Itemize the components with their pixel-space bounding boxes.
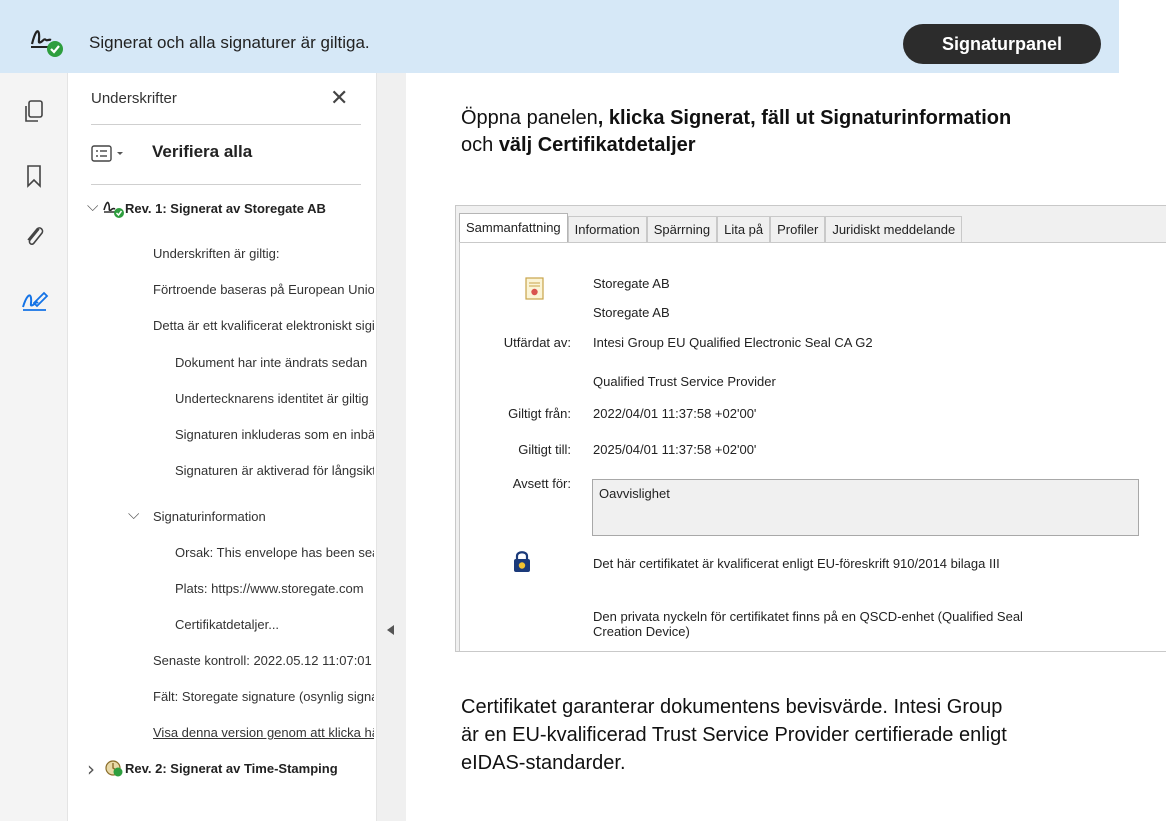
valid-to-value: 2025/04/01 11:37:58 +02'00' — [593, 442, 757, 457]
bookmark-icon[interactable] — [22, 163, 46, 189]
qscd-text-line-1: Den privata nyckeln för certifikatet fin… — [593, 609, 1023, 624]
tab-sammanfattning[interactable]: Sammanfattning — [459, 213, 568, 243]
issued-by-label: Utfärdat av: — [503, 335, 571, 350]
signature-revision-item[interactable]: Rev. 1: Signerat av Storegate AB — [125, 201, 374, 216]
issued-by-value: Intesi Group EU Qualified Electronic Sea… — [593, 335, 873, 350]
signature-valid-icon — [30, 30, 63, 57]
subject-name: Storegate AB — [593, 276, 670, 291]
signature-revision-item[interactable]: Rev. 2: Signerat av Time-Stamping — [125, 761, 374, 776]
instruction-part-2: , klicka Signerat, fäll ut Signaturinfor… — [597, 107, 1012, 129]
signature-detail-item: Underskriften är giltig: — [153, 246, 280, 261]
subject-organization: Storegate AB — [593, 305, 670, 320]
instruction-part-3: och — [461, 134, 499, 156]
signature-status-bar: Signerat och alla signaturer är giltiga.… — [0, 0, 1119, 73]
attachment-icon[interactable] — [22, 223, 46, 249]
signature-detail-item[interactable]: Signaturinformation — [153, 509, 374, 524]
signatures-panel: Underskrifter ✕ Verifiera alla ⌵ Rev. 1: … — [68, 73, 377, 821]
intended-for-label: Avsett för: — [512, 476, 571, 491]
valid-to-label: Giltigt till: — [518, 442, 571, 457]
signature-detail-item: Förtroende baseras på European Union Tru… — [153, 282, 374, 297]
chevron-down-icon[interactable]: ⌵ — [87, 197, 98, 215]
signature-detail-item: Signaturen inkluderas som en inbäddad — [175, 427, 374, 442]
left-tool-rail — [0, 73, 68, 821]
certificate-summary: Storegate AB Storegate AB Utfärdat av: I… — [459, 242, 1166, 652]
signature-icon[interactable] — [20, 287, 50, 313]
valid-from-value: 2022/04/01 11:37:58 +02'00' — [593, 406, 757, 421]
qualified-lock-icon — [514, 551, 530, 572]
tab-lita-på[interactable]: Lita på — [717, 216, 771, 242]
pages-icon[interactable] — [22, 99, 46, 125]
signature-detail-item: Detta är ett kvalificerat elektroniskt s… — [153, 318, 374, 333]
explanation-line-1: Certifikatet garanterar dokumentens bevi… — [461, 696, 1003, 718]
signature-panel-button[interactable]: Signaturpanel — [903, 24, 1101, 64]
instruction-part-4: välj Certifikatdetaljer — [498, 134, 696, 156]
signature-detail-item: Undertecknarens identitet är giltig — [175, 391, 369, 406]
signature-status-text: Signerat och alla signaturer är giltiga. — [89, 33, 370, 52]
signature-valid-icon — [103, 201, 124, 218]
instruction-part-1: Öppna panelen — [461, 107, 598, 129]
intended-for-value: Oavvislighet — [599, 486, 670, 501]
tab-spärrning[interactable]: Spärrning — [646, 216, 718, 242]
qualified-certificate-text: Det här certifikatet är kvalificerat enl… — [593, 556, 1000, 571]
signature-detail-item: Signaturen är aktiverad för långsiktig — [175, 463, 374, 478]
qscd-text-line-2: Creation Device) — [593, 624, 690, 639]
chevron-down-icon[interactable]: ⌵ — [128, 505, 139, 523]
signature-detail-item[interactable]: Visa denna version genom att klicka här — [153, 725, 374, 740]
tab-information[interactable]: Information — [567, 216, 647, 242]
valid-from-label: Giltigt från: — [508, 406, 571, 421]
explanation-paragraph: Certifikatet garanterar dokumentens bevi… — [461, 693, 1166, 777]
tab-juridiskt-meddelande[interactable]: Juridiskt meddelande — [825, 216, 963, 242]
certificate-icon — [525, 277, 544, 300]
signature-detail-item: Senaste kontroll: 2022.05.12 11:07:01 — [153, 653, 372, 668]
explanation-line-2: är en EU-kvalificerad Trust Service Prov… — [461, 724, 1007, 746]
signature-detail-item: Fält: Storegate signature (osynlig signa… — [153, 689, 374, 704]
panel-splitter[interactable] — [377, 73, 406, 821]
signature-detail-item[interactable]: Certifikatdetaljer... — [175, 617, 374, 632]
intended-for-field[interactable]: Oavvislighet — [592, 479, 1139, 536]
timestamp-signature-icon — [105, 760, 123, 777]
chevron-right-icon[interactable]: › — [87, 757, 95, 781]
explanation-line-3: eIDAS-standarder. — [461, 752, 626, 774]
collapse-panel-icon[interactable] — [387, 625, 394, 635]
certificate-viewer: Sammanfattning Information Spärrning Lita p… — [455, 205, 1166, 652]
tab-profiler[interactable]: Profiler — [770, 216, 826, 242]
issuer-organization: Qualified Trust Service Provider — [593, 374, 776, 389]
signature-detail-item: Orsak: This envelope has been sealed — [175, 545, 374, 560]
signature-detail-item: Dokument har inte ändrats sedan — [175, 355, 368, 370]
signature-detail-item: Plats: https://www.storegate.com — [175, 581, 364, 596]
instruction-text: Öppna panelen, klicka Signerat, fäll ut … — [461, 105, 1021, 159]
certificate-tabs: Sammanfattning Information Spärrning Lita p… — [459, 213, 963, 243]
signature-tree: ⌵ Rev. 1: Signerat av Storegate AB Undersk… — [68, 73, 377, 821]
